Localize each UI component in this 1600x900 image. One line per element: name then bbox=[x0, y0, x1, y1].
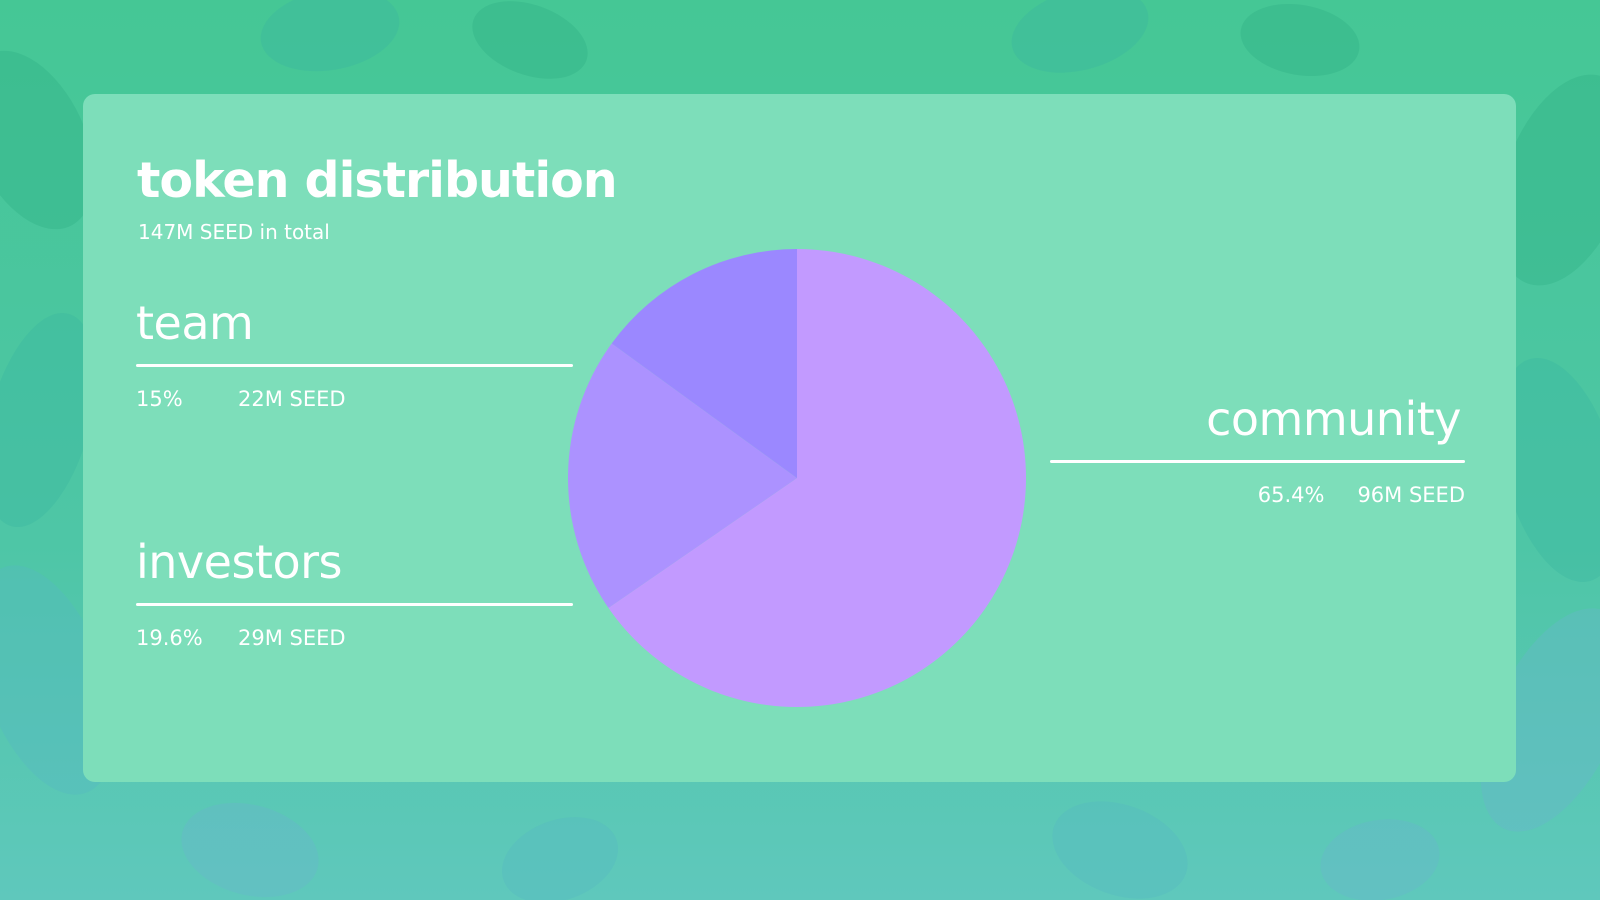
legend-investors: investors 19.6% 29M SEED bbox=[136, 539, 573, 650]
legend-team-amount: 22M SEED bbox=[238, 387, 346, 411]
legend-team-divider bbox=[136, 364, 573, 367]
legend-investors-divider bbox=[136, 603, 573, 606]
legend-investors-amount: 29M SEED bbox=[238, 626, 346, 650]
legend-community-amount: 96M SEED bbox=[1357, 483, 1465, 507]
legend-team-label: team bbox=[136, 296, 254, 350]
chart-subtitle: 147M SEED in total bbox=[138, 220, 330, 244]
chart-title: token distribution bbox=[137, 152, 618, 209]
legend-investors-label: investors bbox=[136, 535, 342, 589]
legend-team-percent: 15% bbox=[136, 387, 183, 411]
legend-community-percent: 65.4% bbox=[1257, 483, 1325, 507]
token-distribution-card: token distribution 147M SEED in total te… bbox=[83, 94, 1516, 782]
legend-community-divider bbox=[1050, 460, 1465, 463]
legend-community-label: community bbox=[1206, 392, 1461, 446]
legend-investors-percent: 19.6% bbox=[136, 626, 203, 650]
legend-community: community 65.4% 96M SEED bbox=[1050, 396, 1465, 507]
legend-team: team 15% 22M SEED bbox=[136, 300, 573, 411]
pie-chart bbox=[568, 249, 1026, 707]
